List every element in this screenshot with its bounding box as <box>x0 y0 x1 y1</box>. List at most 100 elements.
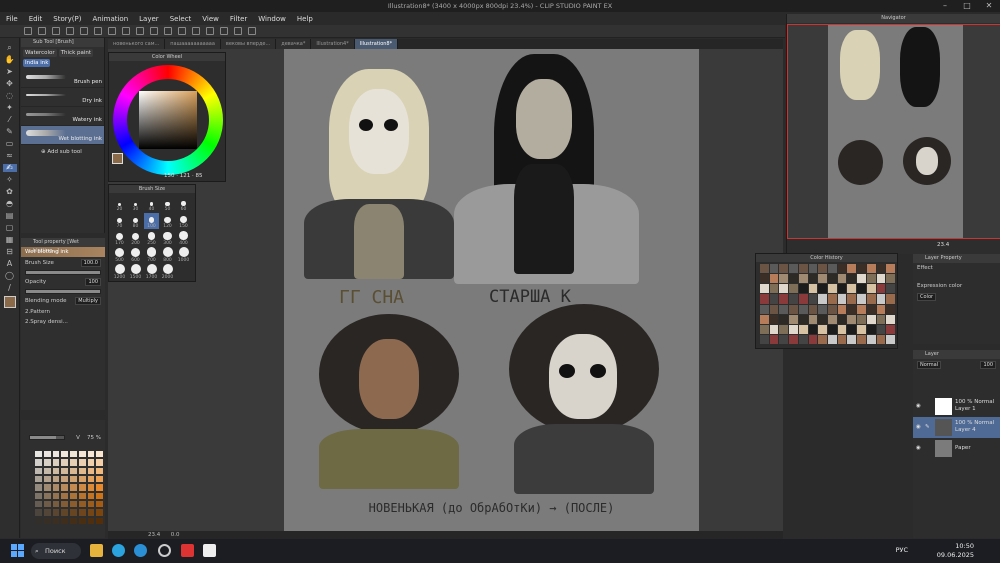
brush-size-option[interactable]: 400 <box>176 230 191 246</box>
brush-size-option[interactable]: 70 <box>112 213 127 229</box>
eyedropper-icon[interactable]: ⁄ <box>9 116 10 124</box>
stabilize-icon[interactable] <box>234 27 242 35</box>
layer-blend-select[interactable]: Normal <box>917 361 942 369</box>
doc-tab[interactable]: девачка* <box>276 39 312 49</box>
color-picker-grid[interactable] <box>34 450 104 525</box>
pdf-reader-icon[interactable] <box>181 544 194 557</box>
menu-select[interactable]: Select <box>170 15 192 23</box>
subtool-tab-thick-paint[interactable]: Thick paint <box>58 49 94 57</box>
subtool-tab-watercolor[interactable]: Watercolor <box>23 49 57 57</box>
magic-wand-icon[interactable]: ✦ <box>6 104 13 112</box>
invert-icon[interactable] <box>178 27 186 35</box>
operation-tool-icon[interactable]: ➤ <box>6 68 13 76</box>
visibility-eye-icon[interactable]: ◉ <box>916 403 921 409</box>
brush-size-option[interactable]: 2000 <box>160 264 175 280</box>
opacity-field[interactable]: 100 <box>85 278 101 286</box>
ruler-snap-icon[interactable] <box>220 27 228 35</box>
blend-tool-icon[interactable]: ≈ <box>6 152 13 160</box>
brush-size-option[interactable]: 100 <box>144 213 159 229</box>
main-color-swatch-icon[interactable] <box>3 296 16 308</box>
doc-tab[interactable]: пашааааааааааа <box>165 39 221 49</box>
redo-icon[interactable] <box>108 27 116 35</box>
balloon-icon[interactable]: ◯ <box>5 272 14 280</box>
open-icon[interactable] <box>38 27 46 35</box>
zoom-tool-icon[interactable]: ⌕ <box>7 44 11 52</box>
pen-tool-icon[interactable]: ✎ <box>6 128 13 136</box>
brush-size-option[interactable]: 1500 <box>128 264 143 280</box>
deselect-icon[interactable] <box>164 27 172 35</box>
hand-tool-icon[interactable]: ✋ <box>5 56 15 64</box>
brush-size-option[interactable]: 250 <box>144 230 159 246</box>
expression-color-select[interactable]: Color <box>917 293 937 301</box>
maximize-icon[interactable]: □ <box>956 0 978 12</box>
file-explorer-icon[interactable] <box>90 544 103 557</box>
undo-icon[interactable] <box>94 27 102 35</box>
menu-edit[interactable]: Edit <box>29 15 43 23</box>
menu-file[interactable]: File <box>6 15 18 23</box>
figure-tool-icon[interactable]: ▢ <box>6 224 14 232</box>
move-tool-icon[interactable]: ✥ <box>6 80 13 88</box>
windows-start-icon[interactable] <box>11 544 24 557</box>
telegram-icon[interactable] <box>112 544 125 557</box>
layer-row[interactable]: ◉ 100 % Normal Layer 1 <box>913 396 1000 417</box>
fill-tool-icon[interactable]: ◓ <box>6 200 13 208</box>
snap-icon[interactable] <box>206 27 214 35</box>
eraser-tool-icon[interactable]: ▭ <box>6 140 14 148</box>
export-icon[interactable] <box>66 27 74 35</box>
brush-size-option[interactable]: 80 <box>128 213 143 229</box>
text-tool-icon[interactable]: A <box>7 260 12 268</box>
settings-icon[interactable] <box>80 27 88 35</box>
layer-opacity-field[interactable]: 100 <box>980 361 996 369</box>
brush-item[interactable]: Brush pen <box>21 69 104 88</box>
input-language[interactable]: РУС <box>896 546 908 554</box>
new-icon[interactable] <box>24 27 32 35</box>
menu-view[interactable]: View <box>202 15 219 23</box>
layer-row-active[interactable]: ◉ ✎ 100 % Normal Layer 4 <box>913 417 1000 438</box>
brush-item[interactable]: Watery ink <box>21 107 104 126</box>
angle-readout[interactable]: 0.0 <box>171 532 180 538</box>
brush-size-field[interactable]: 100.0 <box>80 259 101 267</box>
doc-tab-active[interactable]: Illustration8* <box>354 39 399 49</box>
lasso-tool-icon[interactable]: ◌ <box>6 92 13 100</box>
crop-icon[interactable] <box>192 27 200 35</box>
saturation-value-square[interactable] <box>139 91 197 149</box>
close-icon[interactable]: ✕ <box>978 0 1000 12</box>
add-subtool-button[interactable]: ⊕ Add sub tool <box>21 145 104 155</box>
hue-ring[interactable] <box>113 65 223 175</box>
doc-tab[interactable]: вековы вперде... <box>220 39 277 49</box>
value-slider[interactable] <box>29 435 65 440</box>
clip-studio-taskbar-icon[interactable] <box>203 544 216 557</box>
chrome-icon[interactable] <box>158 544 171 557</box>
doc-tab[interactable]: новенького сам... <box>108 39 166 49</box>
brush-item[interactable]: Dry ink <box>21 88 104 107</box>
brush-size-option[interactable]: 60 <box>176 196 191 212</box>
brush-size-option[interactable]: 50 <box>160 196 175 212</box>
brush-size-option[interactable]: 170 <box>112 230 127 246</box>
brush-size-option[interactable]: 30 <box>128 196 143 212</box>
subtool-tab-india-ink[interactable]: India ink <box>23 59 51 67</box>
visibility-eye-icon[interactable]: ◉ <box>916 424 921 430</box>
frame-icon[interactable]: ▦ <box>6 236 14 244</box>
grid-icon[interactable] <box>248 27 256 35</box>
correct-line-icon[interactable]: ∕ <box>8 284 11 292</box>
brush-item-active[interactable]: Wet blotting ink <box>21 126 104 145</box>
menu-filter[interactable]: Filter <box>230 15 247 23</box>
brush-size-option[interactable]: 1200 <box>112 264 127 280</box>
visibility-eye-icon[interactable]: ◉ <box>916 445 921 451</box>
brush-size-option[interactable]: 300 <box>160 230 175 246</box>
brush-size-option[interactable]: 600 <box>128 247 143 263</box>
brush-size-option[interactable]: 1700 <box>144 264 159 280</box>
decoration-icon[interactable]: ✿ <box>6 188 13 196</box>
transform-icon[interactable] <box>150 27 158 35</box>
menu-layer[interactable]: Layer <box>139 15 159 23</box>
clear-icon[interactable] <box>122 27 130 35</box>
brush-tool-icon[interactable]: ✍ <box>2 164 17 172</box>
brush-size-option[interactable]: 40 <box>144 196 159 212</box>
brush-size-option[interactable]: 200 <box>128 230 143 246</box>
minimize-icon[interactable]: – <box>934 0 956 12</box>
blending-select[interactable]: Multiply <box>75 297 101 305</box>
taskbar-clock[interactable]: 10:50 09.06.2025 <box>937 542 974 560</box>
menu-animation[interactable]: Animation <box>92 15 128 23</box>
brush-size-option[interactable]: 800 <box>160 247 175 263</box>
zoom-readout[interactable]: 23.4 <box>148 532 160 538</box>
